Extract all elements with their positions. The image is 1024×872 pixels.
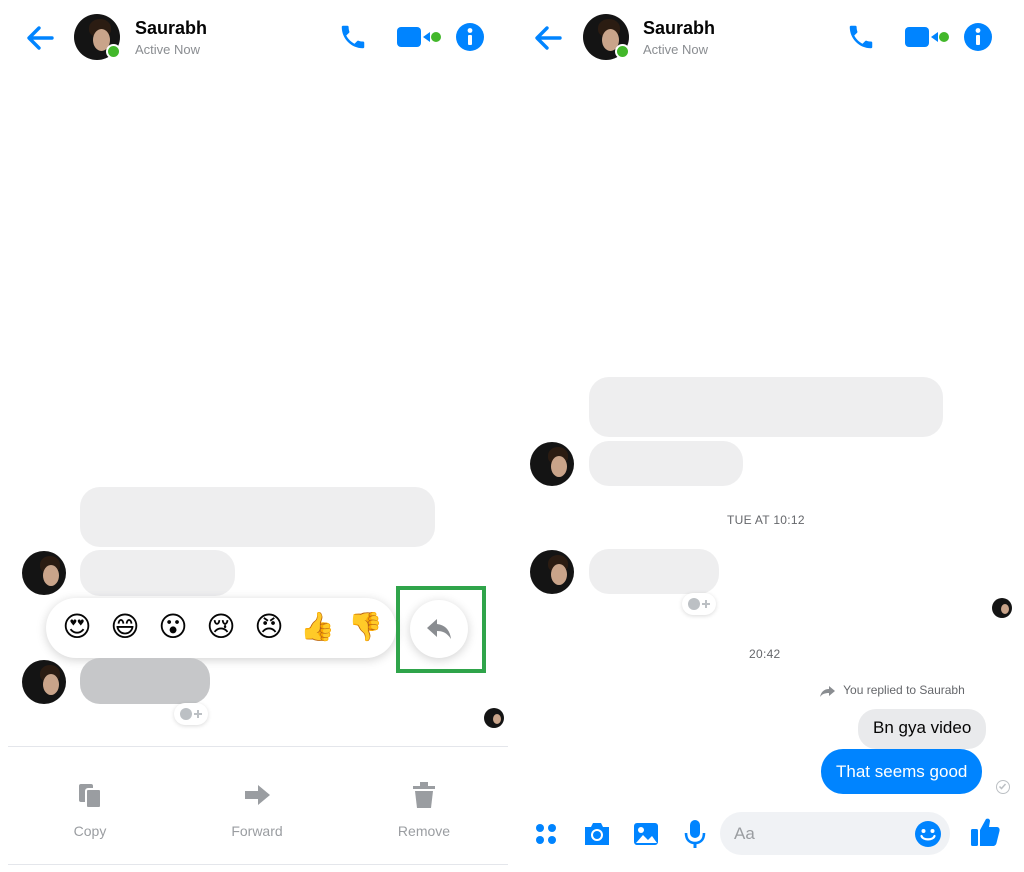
delivered-check-icon <box>996 780 1010 794</box>
add-reaction-button[interactable] <box>682 593 716 615</box>
left-screen: Saurabh Active Now 😍 😄 😮 😢 😠 👍 👎 Copy Fo… <box>0 0 508 872</box>
copy-icon <box>79 784 102 809</box>
thumbs-up-icon[interactable] <box>969 816 1001 853</box>
video-camera-icon[interactable] <box>904 24 950 55</box>
timestamp: TUE AT 10:12 <box>727 513 805 527</box>
back-arrow-icon[interactable] <box>22 20 58 56</box>
blurred-message-bubble[interactable] <box>589 377 943 437</box>
microphone-icon[interactable] <box>682 818 708 855</box>
thumbs-up-emoji-icon[interactable]: 👍 <box>300 610 335 644</box>
reaction-bar: 😍 😄 😮 😢 😠 👍 👎 <box>46 598 396 658</box>
contact-status: Active Now <box>135 42 201 57</box>
contact-avatar[interactable] <box>530 442 574 486</box>
gallery-icon[interactable] <box>632 820 660 853</box>
reply-arrow-icon <box>820 685 835 697</box>
panel-separator <box>508 0 516 872</box>
info-icon[interactable] <box>963 22 993 57</box>
divider <box>8 864 508 865</box>
seen-receipt-avatar <box>484 708 504 728</box>
contact-status: Active Now <box>643 42 709 57</box>
info-icon[interactable] <box>455 22 485 57</box>
forward-arrow-icon <box>245 785 270 805</box>
quoted-message-bubble[interactable]: Bn gya video <box>858 709 987 749</box>
blurred-message-bubble[interactable] <box>589 441 743 486</box>
forward-label: Forward <box>231 823 283 839</box>
forward-button[interactable]: Forward <box>207 780 307 839</box>
blurred-message-bubble[interactable] <box>589 549 719 594</box>
trash-icon <box>413 782 435 808</box>
remove-label: Remove <box>397 823 451 839</box>
emoji-icon[interactable] <box>914 820 942 848</box>
add-reaction-button[interactable] <box>174 703 208 725</box>
timestamp: 20:42 <box>749 647 781 661</box>
contact-avatar[interactable] <box>22 660 66 704</box>
back-arrow-icon[interactable] <box>530 20 566 56</box>
sad-emoji-icon[interactable]: 😢 <box>204 610 238 644</box>
contact-avatar[interactable] <box>22 551 66 595</box>
blurred-message-bubble[interactable] <box>80 550 235 596</box>
contact-name[interactable]: Saurabh <box>643 18 715 39</box>
copy-button[interactable]: Copy <box>40 780 140 839</box>
remove-button[interactable]: Remove <box>374 780 474 839</box>
online-status-dot <box>106 44 121 59</box>
add-reaction-icon <box>688 598 710 610</box>
reply-indicator: You replied to Saurabh <box>820 683 965 697</box>
selected-message-bubble[interactable] <box>80 658 210 704</box>
message-composer[interactable] <box>720 812 950 855</box>
laughing-emoji-icon[interactable]: 😄 <box>108 610 142 644</box>
sent-message-bubble[interactable]: That seems good <box>821 749 983 794</box>
apps-grid-icon[interactable] <box>534 822 558 851</box>
message-input[interactable] <box>734 812 914 855</box>
heart-eyes-emoji-icon[interactable]: 😍 <box>60 610 94 644</box>
contact-name[interactable]: Saurabh <box>135 18 207 39</box>
thumbs-down-emoji-icon[interactable]: 👎 <box>348 610 383 644</box>
reply-indicator-label: You replied to Saurabh <box>843 683 965 697</box>
reply-highlight-box <box>396 586 486 673</box>
camera-icon[interactable] <box>582 820 612 853</box>
seen-receipt-avatar <box>992 598 1012 618</box>
add-reaction-icon <box>180 708 202 720</box>
blurred-message-bubble[interactable] <box>80 487 435 547</box>
online-status-dot <box>615 44 630 59</box>
phone-icon[interactable] <box>338 22 368 57</box>
divider <box>8 746 508 747</box>
video-camera-icon[interactable] <box>396 24 442 55</box>
phone-icon[interactable] <box>846 22 876 57</box>
wow-emoji-icon[interactable]: 😮 <box>156 610 190 644</box>
right-screen: Saurabh Active Now TUE AT 10:12 20:42 Yo… <box>516 0 1024 872</box>
contact-avatar[interactable] <box>530 550 574 594</box>
copy-label: Copy <box>73 823 107 839</box>
angry-emoji-icon[interactable]: 😠 <box>252 610 286 644</box>
